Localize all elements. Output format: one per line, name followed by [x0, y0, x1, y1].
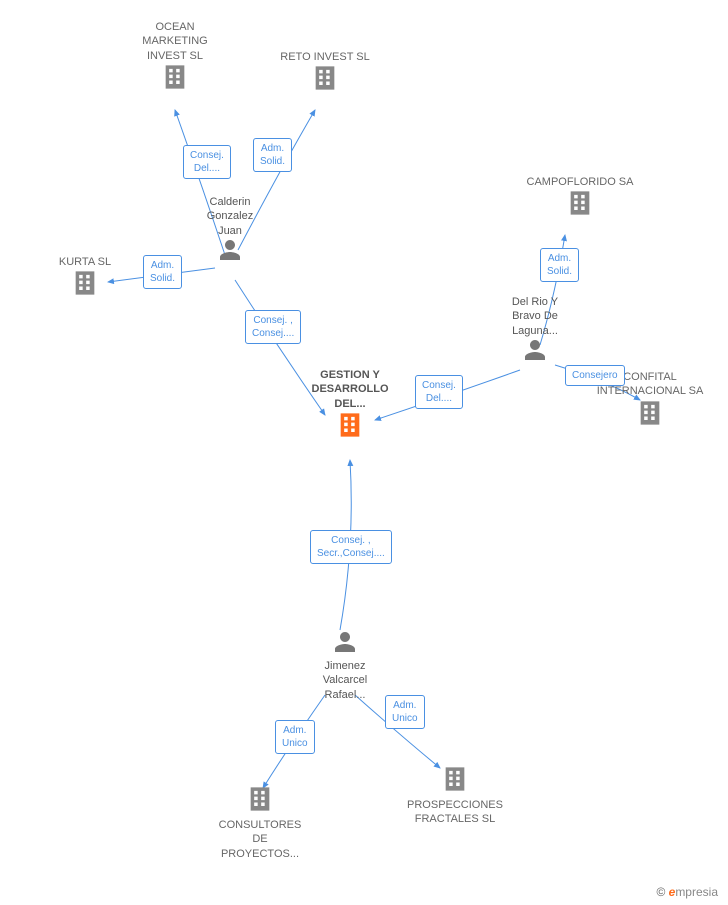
person-icon: [523, 338, 547, 362]
brand-logo-rest: mpresia: [675, 885, 718, 899]
edge-label-calderin-ocean: Consej. Del....: [183, 145, 231, 179]
node-calderin[interactable]: Calderin Gonzalez Juan: [195, 195, 265, 267]
person-icon: [333, 630, 357, 654]
node-campoflorido[interactable]: CAMPOFLORIDO SA: [510, 175, 650, 222]
edge-label-jimenez-prospecciones: Adm. Unico: [385, 695, 425, 729]
building-icon: [311, 64, 339, 92]
copyright: © empresia: [656, 885, 718, 899]
edge-label-calderin-reto: Adm. Solid.: [253, 138, 292, 172]
edge-label-delrio-confital: Consejero: [565, 365, 625, 386]
node-label-calderin: Calderin Gonzalez Juan: [195, 195, 265, 238]
node-label-prospecciones: PROSPECCIONES FRACTALES SL: [390, 798, 520, 827]
copyright-symbol: ©: [656, 885, 665, 899]
node-label-jimenez: Jimenez Valcarcel Rafael...: [305, 659, 385, 702]
node-label-campoflorido: CAMPOFLORIDO SA: [510, 175, 650, 189]
building-icon: [636, 399, 664, 427]
edge-label-jimenez-gestion: Consej. , Secr.,Consej....: [310, 530, 392, 564]
person-icon: [218, 238, 242, 262]
building-icon: [161, 63, 189, 91]
node-label-kurta: KURTA SL: [45, 255, 125, 269]
node-reto[interactable]: RETO INVEST SL: [265, 50, 385, 97]
node-label-gestion: GESTION Y DESARROLLO DEL...: [290, 368, 410, 411]
building-icon: [336, 411, 364, 439]
node-label-reto: RETO INVEST SL: [265, 50, 385, 64]
node-label-ocean: OCEAN MARKETING INVEST SL: [125, 20, 225, 63]
node-label-consultores: CONSULTORES DE PROYECTOS...: [205, 818, 315, 861]
node-kurta[interactable]: KURTA SL: [45, 255, 125, 302]
node-label-delrio: Del Rio Y Bravo De Laguna...: [495, 295, 575, 338]
edge-label-calderin-gestion: Consej. , Consej....: [245, 310, 301, 344]
node-consultores[interactable]: CONSULTORES DE PROYECTOS...: [205, 785, 315, 861]
node-prospecciones[interactable]: PROSPECCIONES FRACTALES SL: [390, 765, 520, 827]
edges-layer: [0, 0, 728, 905]
building-icon: [566, 189, 594, 217]
building-icon: [441, 765, 469, 793]
edge-label-delrio-campoflorido: Adm. Solid.: [540, 248, 579, 282]
building-icon: [71, 269, 99, 297]
node-jimenez[interactable]: Jimenez Valcarcel Rafael...: [305, 630, 385, 702]
node-ocean[interactable]: OCEAN MARKETING INVEST SL: [125, 20, 225, 96]
edge-label-calderin-kurta: Adm. Solid.: [143, 255, 182, 289]
edge-label-jimenez-consultores: Adm. Unico: [275, 720, 315, 754]
node-delrio[interactable]: Del Rio Y Bravo De Laguna...: [495, 295, 575, 367]
node-gestion[interactable]: GESTION Y DESARROLLO DEL...: [290, 368, 410, 444]
edge-label-delrio-gestion: Consej. Del....: [415, 375, 463, 409]
building-icon: [246, 785, 274, 813]
